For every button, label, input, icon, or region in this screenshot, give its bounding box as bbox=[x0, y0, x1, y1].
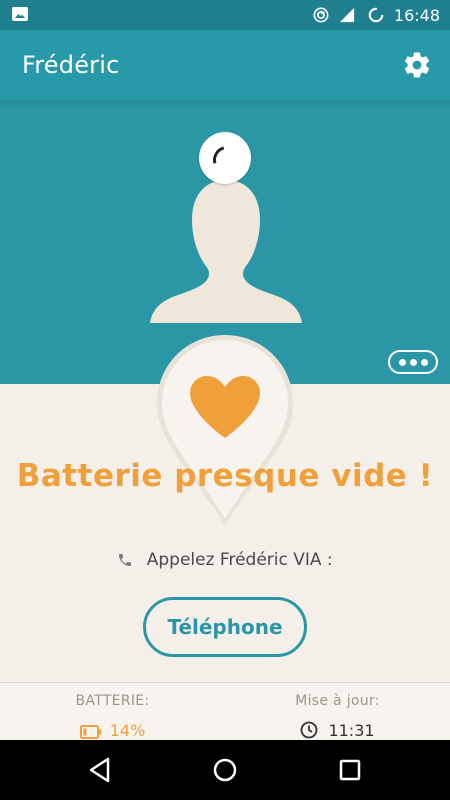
app-bar: Frédéric bbox=[0, 30, 450, 100]
navigation-bar bbox=[0, 740, 450, 800]
update-info: Mise à jour: 11:31 bbox=[225, 693, 450, 740]
heart-icon bbox=[190, 376, 260, 438]
clock-icon bbox=[301, 721, 318, 739]
call-prompt: Appelez Frédéric VIA : bbox=[146, 550, 333, 570]
more-dots-icon bbox=[399, 359, 406, 366]
home-icon[interactable] bbox=[210, 755, 240, 785]
loading-icon bbox=[368, 7, 384, 23]
sync-icon bbox=[313, 7, 329, 23]
image-icon bbox=[12, 7, 28, 21]
battery-info: BATTERIE: 14% bbox=[0, 693, 225, 740]
avatar bbox=[150, 180, 302, 323]
back-icon[interactable] bbox=[86, 755, 116, 785]
battery-icon bbox=[79, 725, 101, 739]
signal-icon bbox=[339, 7, 355, 23]
battery-value: 14% bbox=[109, 721, 146, 740]
call-prompt-row: Appelez Frédéric VIA : bbox=[0, 550, 450, 570]
battery-alert-message: Batterie presque vide ! bbox=[16, 458, 434, 494]
loading-spinner bbox=[199, 132, 251, 184]
update-time: 11:31 bbox=[328, 721, 375, 740]
status-bar: 16:48 bbox=[0, 0, 450, 30]
recents-icon[interactable] bbox=[335, 755, 365, 785]
gear-icon[interactable] bbox=[402, 50, 432, 80]
status-time: 16:48 bbox=[393, 6, 440, 25]
page-title: Frédéric bbox=[22, 51, 120, 79]
info-panel: BATTERIE: 14% Mise à jour: 11:31 bbox=[0, 682, 450, 741]
more-button[interactable] bbox=[388, 350, 438, 374]
phone-icon bbox=[119, 554, 132, 566]
telephone-button[interactable]: Téléphone bbox=[143, 597, 307, 657]
battery-label: BATTERIE: bbox=[75, 693, 150, 709]
update-label: Mise à jour: bbox=[295, 693, 380, 709]
